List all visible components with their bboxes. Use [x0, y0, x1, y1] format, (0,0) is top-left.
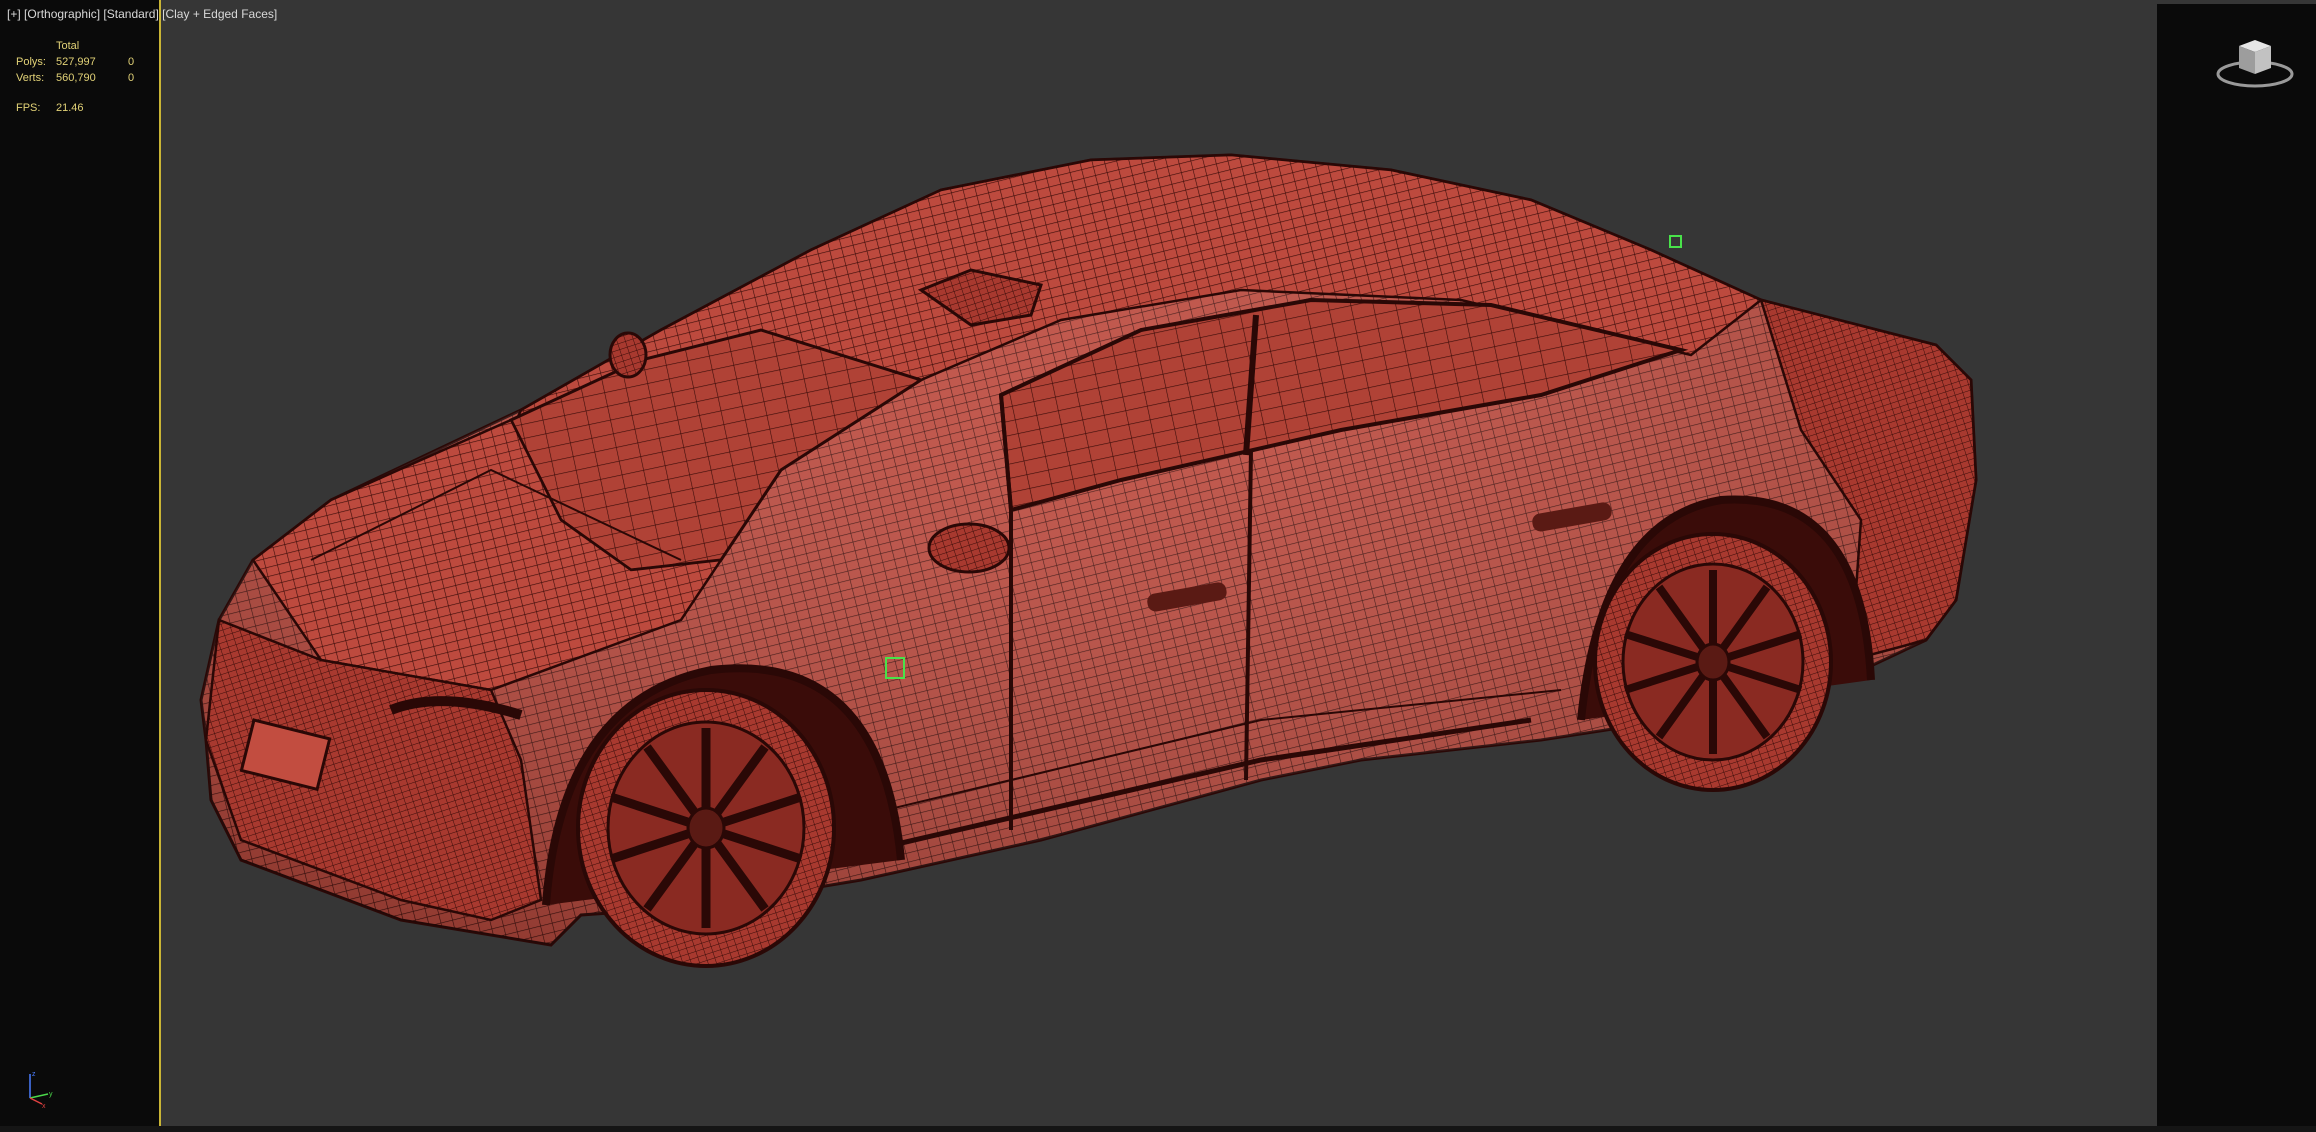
car-mirror	[927, 522, 1011, 574]
front-wheel	[576, 688, 836, 968]
axis-tripod-icon: z y x	[29, 1071, 53, 1108]
stats-polys-row: Polys: 527,997 0	[16, 54, 148, 70]
fps-value: 21.46	[56, 102, 84, 114]
viewport-statistics: Total Polys: 527,997 0 Verts: 560,790 0 …	[16, 38, 148, 116]
axis-y-label: y	[49, 1091, 53, 1098]
stats-verts-row: Verts: 560,790 0	[16, 70, 148, 86]
verts-total: 560,790	[56, 72, 96, 84]
polys-label: Polys:	[16, 56, 46, 68]
viewcube-icon[interactable]	[2213, 30, 2297, 92]
viewport-view-menu[interactable]: [Orthographic]	[24, 7, 100, 21]
polys-selected: 0	[128, 56, 135, 68]
polys-total: 527,997	[56, 56, 96, 68]
stats-header: Total	[56, 40, 80, 52]
verts-selected: 0	[128, 72, 135, 84]
viewport-label-menu[interactable]: [+] [Orthographic] [Standard] [Clay + Ed…	[7, 7, 277, 21]
stats-fps-row: FPS: 21.46	[16, 100, 148, 116]
viewport-left-band	[2, 0, 160, 1132]
axis-z-label: z	[32, 1071, 36, 1078]
axis-x-label: x	[42, 1103, 46, 1108]
perspective-viewport[interactable]	[161, 0, 2316, 1132]
rear-wheel	[1593, 532, 1833, 792]
bottom-border	[0, 1126, 2316, 1132]
selection-marker-icon	[1669, 235, 1682, 248]
fps-label: FPS:	[16, 102, 41, 114]
viewport-shading-menu[interactable]: [Clay + Edged Faces]	[162, 7, 277, 21]
viewport-right-panel	[2157, 4, 2316, 1126]
car-model-wireframe[interactable]	[161, 0, 2156, 1126]
verts-label: Verts:	[16, 72, 45, 84]
viewport-standard-menu[interactable]: [Standard]	[103, 7, 158, 21]
viewport-general-menu[interactable]: [+]	[7, 7, 21, 21]
